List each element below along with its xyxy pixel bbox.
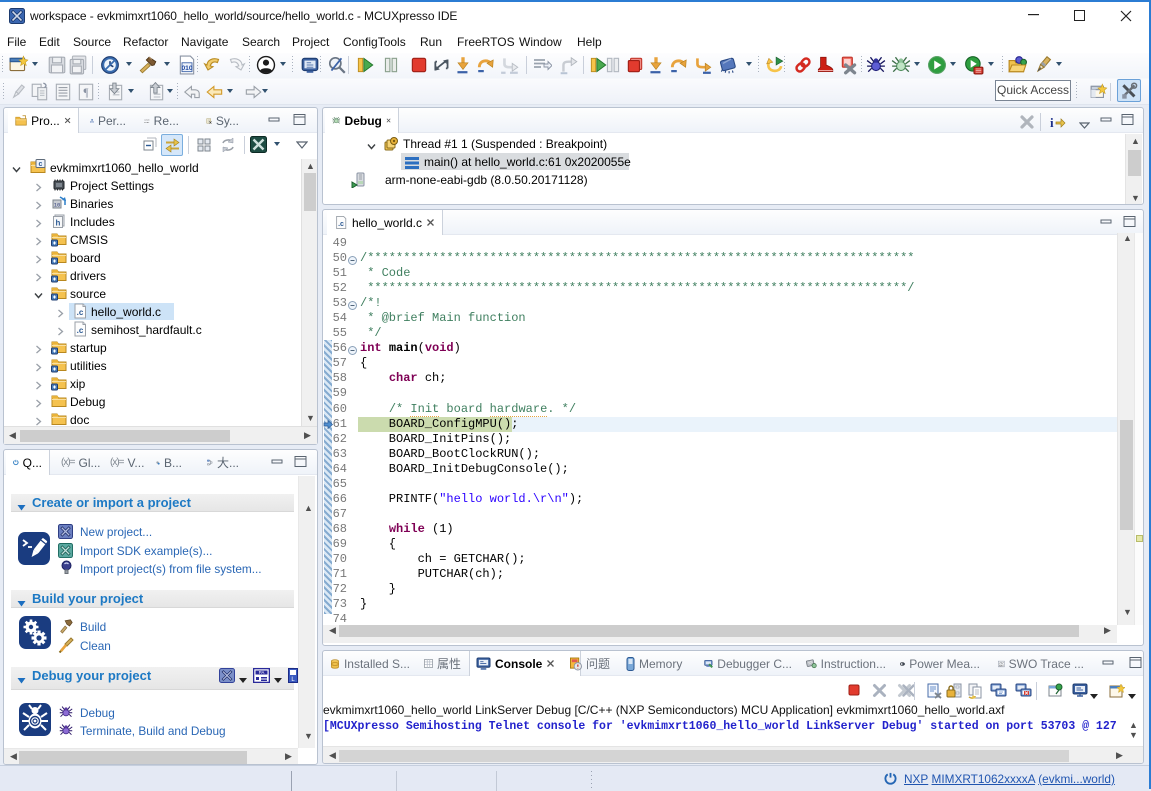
svg-text:.c: .c xyxy=(338,221,344,228)
svg-text:010: 010 xyxy=(181,65,192,72)
svg-text:.c: .c xyxy=(77,308,84,317)
svg-text:10: 10 xyxy=(54,202,61,209)
svg-text:.c: .c xyxy=(77,326,84,335)
svg-text:c: c xyxy=(39,161,43,168)
svg-text:SWO: SWO xyxy=(999,665,1004,667)
svg-text:PA: PA xyxy=(259,670,265,675)
svg-text:h: h xyxy=(56,219,61,228)
svg-text:¶: ¶ xyxy=(83,87,88,99)
svg-text:i: i xyxy=(1050,115,1054,130)
